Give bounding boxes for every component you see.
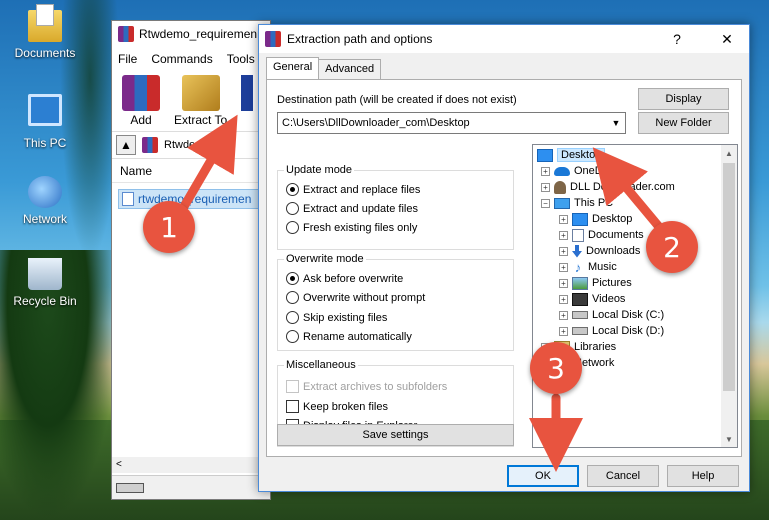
- arrow-1: [177, 114, 238, 215]
- callout-badge-1: 1: [143, 201, 195, 253]
- callout-badge-2: 2: [646, 221, 698, 273]
- callout-badge-3: 3: [530, 342, 582, 394]
- arrow-2: [592, 147, 665, 233]
